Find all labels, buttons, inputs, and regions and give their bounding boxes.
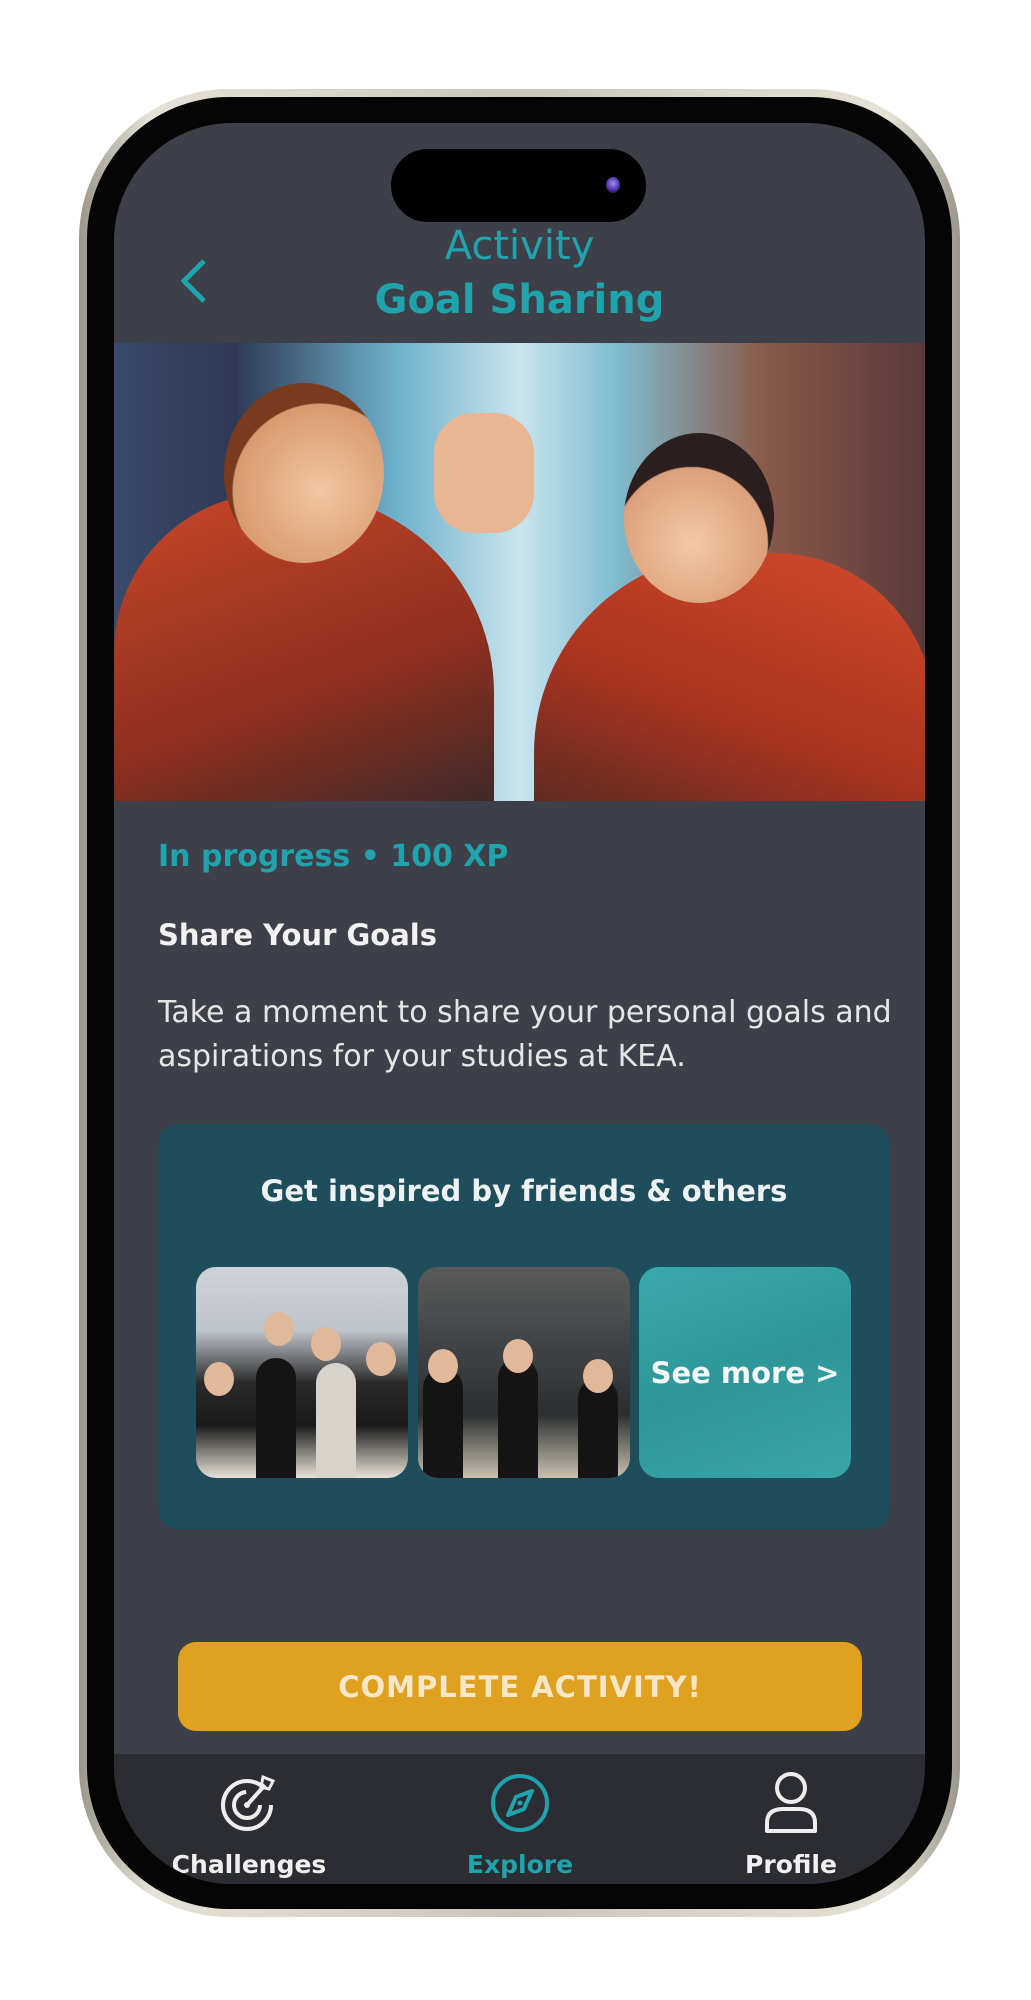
page-title: Goal Sharing [374, 277, 665, 323]
tab-challenges[interactable]: Challenges [149, 1754, 349, 1884]
camera-icon [606, 177, 620, 193]
hero-image [114, 343, 925, 801]
compass-icon [491, 1774, 549, 1832]
target-icon [221, 1774, 276, 1831]
app-screen: Activity Goal Sharing In progress • 100 … [114, 123, 925, 1884]
tab-explore[interactable]: Explore [420, 1754, 620, 1884]
activity-description: Take a moment to share your personal goa… [158, 995, 892, 1074]
dynamic-island [391, 149, 646, 222]
user-icon [765, 1772, 817, 1833]
tab-profile[interactable]: Profile [691, 1754, 891, 1884]
see-more-button[interactable]: See more > [639, 1267, 851, 1478]
hero-high-five [434, 413, 534, 533]
status-badge: In progress • 100 XP [158, 839, 509, 874]
see-more-label: See more > [650, 1355, 840, 1390]
inspiration-title: Get inspired by friends & others [260, 1174, 788, 1208]
inspiration-card: Get inspired by friends & others See mor… [158, 1124, 890, 1529]
hero-head-right [624, 433, 774, 603]
tab-label: Challenges [171, 1850, 327, 1879]
hero-head-left [224, 383, 384, 563]
tab-label: Profile [745, 1850, 837, 1879]
activity-heading: Share Your Goals [158, 918, 437, 952]
complete-activity-button[interactable]: COMPLETE ACTIVITY! [178, 1642, 862, 1731]
tab-label: Explore [466, 1850, 574, 1879]
inspiration-photo-1[interactable] [196, 1267, 408, 1478]
inspiration-photo-2[interactable] [418, 1267, 630, 1478]
header-subtitle: Activity [444, 223, 595, 269]
bottom-tab-bar: Challenges Explore Profile [114, 1754, 925, 1884]
